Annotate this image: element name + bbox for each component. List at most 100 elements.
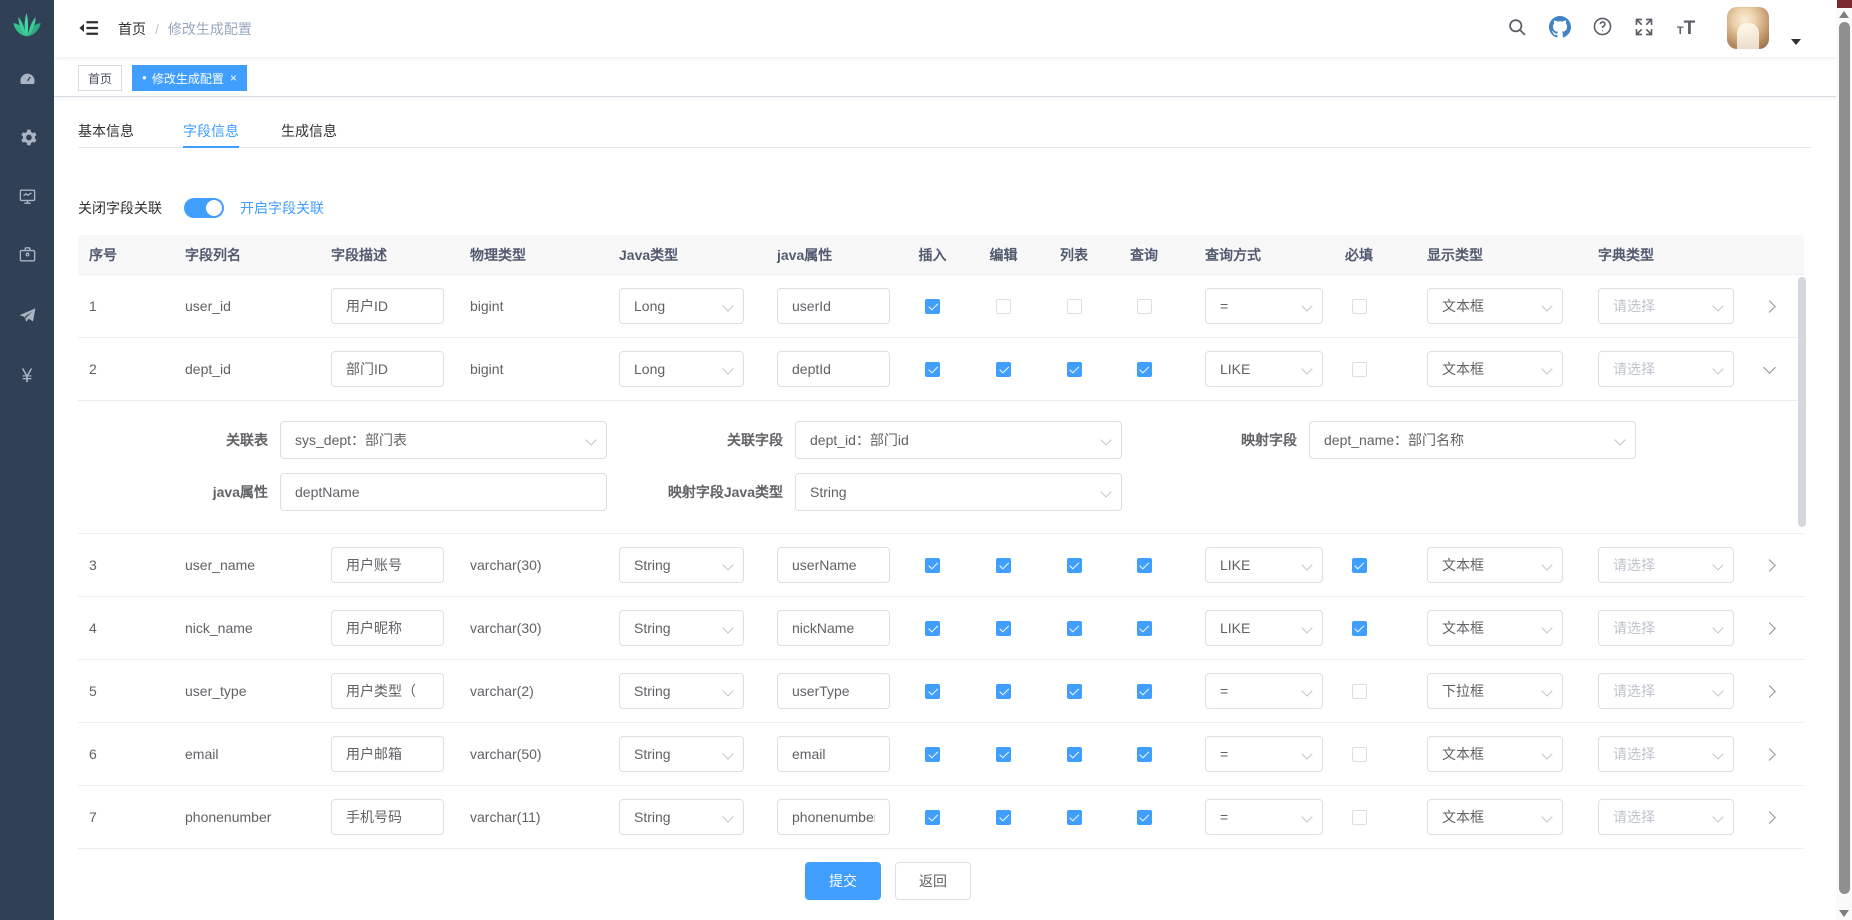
relation-field-select[interactable]: dept_id：部门id [795, 421, 1122, 459]
help-button[interactable] [1586, 13, 1618, 45]
field-desc-input[interactable] [331, 736, 444, 772]
insert-checkbox[interactable] [925, 299, 940, 314]
tab-gen-info[interactable]: 生成信息 [281, 115, 337, 147]
required-checkbox[interactable] [1352, 621, 1367, 636]
html-type-select[interactable]: 文本框 [1427, 610, 1563, 646]
dict-type-select[interactable]: 请选择 [1598, 610, 1734, 646]
html-type-select[interactable]: 文本框 [1427, 547, 1563, 583]
query-type-select[interactable]: = [1205, 673, 1323, 709]
html-type-select[interactable]: 文本框 [1427, 736, 1563, 772]
query-checkbox[interactable] [1137, 621, 1152, 636]
edit-checkbox[interactable] [996, 747, 1011, 762]
java-field-input[interactable] [777, 673, 890, 709]
required-checkbox[interactable] [1352, 684, 1367, 699]
table-scrollbar-thumb[interactable] [1798, 277, 1806, 527]
edit-checkbox[interactable] [996, 684, 1011, 699]
insert-checkbox[interactable] [925, 684, 940, 699]
list-checkbox[interactable] [1067, 747, 1082, 762]
relation-toggle-switch[interactable] [184, 198, 224, 218]
query-type-select[interactable]: LIKE [1205, 547, 1323, 583]
tag-home[interactable]: 首页 [78, 65, 122, 91]
query-type-select[interactable]: = [1205, 799, 1323, 835]
edit-checkbox[interactable] [996, 362, 1011, 377]
tab-field-info[interactable]: 字段信息 [183, 115, 239, 147]
html-type-select[interactable]: 下拉框 [1427, 673, 1563, 709]
fullscreen-button[interactable] [1628, 13, 1660, 45]
breadcrumb-home[interactable]: 首页 [118, 19, 146, 39]
query-type-select[interactable]: = [1205, 288, 1323, 324]
expand-chevron-icon[interactable] [1763, 300, 1776, 313]
field-desc-input[interactable] [331, 610, 444, 646]
edit-checkbox[interactable] [996, 810, 1011, 825]
java-type-select[interactable]: String [619, 736, 744, 772]
mapping-field-select[interactable]: dept_name：部门名称 [1309, 421, 1636, 459]
list-checkbox[interactable] [1067, 684, 1082, 699]
sidebar-item-dashboard[interactable] [0, 59, 54, 103]
edit-checkbox[interactable] [996, 558, 1011, 573]
list-checkbox[interactable] [1067, 810, 1082, 825]
field-desc-input[interactable] [331, 547, 444, 583]
query-type-select[interactable]: LIKE [1205, 351, 1323, 387]
search-button[interactable] [1501, 13, 1533, 45]
field-desc-input[interactable] [331, 288, 444, 324]
browser-scrollbar-thumb[interactable] [1839, 22, 1850, 894]
java-field-input[interactable] [777, 351, 890, 387]
dict-type-select[interactable]: 请选择 [1598, 351, 1734, 387]
java-type-select[interactable]: Long [619, 288, 744, 324]
relation-toggle-link[interactable]: 开启字段关联 [240, 198, 324, 218]
list-checkbox[interactable] [1067, 621, 1082, 636]
mapping-java-type-select[interactable]: String [795, 473, 1122, 511]
edit-checkbox[interactable] [996, 299, 1011, 314]
field-desc-input[interactable] [331, 351, 444, 387]
github-button[interactable] [1544, 13, 1576, 45]
insert-checkbox[interactable] [925, 558, 940, 573]
avatar-caret-down-icon[interactable] [1791, 39, 1801, 45]
query-type-select[interactable]: LIKE [1205, 610, 1323, 646]
java-field-input[interactable] [777, 799, 890, 835]
html-type-select[interactable]: 文本框 [1427, 799, 1563, 835]
list-checkbox[interactable] [1067, 299, 1082, 314]
font-size-button[interactable]: TT [1670, 13, 1702, 45]
expand-chevron-icon[interactable] [1763, 811, 1776, 824]
java-type-select[interactable]: Long [619, 351, 744, 387]
required-checkbox[interactable] [1352, 299, 1367, 314]
java-type-select[interactable]: String [619, 610, 744, 646]
expand-chevron-icon[interactable] [1763, 559, 1776, 572]
edit-checkbox[interactable] [996, 621, 1011, 636]
expand-chevron-icon[interactable] [1763, 748, 1776, 761]
dict-type-select[interactable]: 请选择 [1598, 288, 1734, 324]
dict-type-select[interactable]: 请选择 [1598, 547, 1734, 583]
required-checkbox[interactable] [1352, 362, 1367, 377]
required-checkbox[interactable] [1352, 558, 1367, 573]
list-checkbox[interactable] [1067, 558, 1082, 573]
tab-basic-info[interactable]: 基本信息 [78, 115, 134, 147]
query-checkbox[interactable] [1137, 299, 1152, 314]
insert-checkbox[interactable] [925, 810, 940, 825]
java-field-input[interactable] [777, 610, 890, 646]
sidebar-collapse-button[interactable] [78, 17, 100, 39]
insert-checkbox[interactable] [925, 621, 940, 636]
required-checkbox[interactable] [1352, 810, 1367, 825]
query-type-select[interactable]: = [1205, 736, 1323, 772]
required-checkbox[interactable] [1352, 747, 1367, 762]
dict-type-select[interactable]: 请选择 [1598, 673, 1734, 709]
expand-chevron-icon[interactable] [1763, 685, 1776, 698]
user-avatar[interactable] [1727, 7, 1769, 49]
html-type-select[interactable]: 文本框 [1427, 351, 1563, 387]
sidebar-item-website[interactable] [0, 296, 54, 340]
java-field-input[interactable] [777, 288, 890, 324]
scroll-up-arrow-icon[interactable] [1839, 11, 1849, 18]
java-type-select[interactable]: String [619, 547, 744, 583]
expand-chevron-icon[interactable] [1763, 622, 1776, 635]
sidebar-item-pay[interactable]: ¥ [0, 355, 54, 399]
tag-close-icon[interactable]: × [230, 71, 237, 85]
tag-edit-gen-config[interactable]: ● 修改生成配置 × [132, 65, 247, 91]
query-checkbox[interactable] [1137, 747, 1152, 762]
sidebar-item-monitor[interactable] [0, 177, 54, 221]
dict-type-select[interactable]: 请选择 [1598, 736, 1734, 772]
java-field-input[interactable] [777, 736, 890, 772]
query-checkbox[interactable] [1137, 684, 1152, 699]
query-checkbox[interactable] [1137, 362, 1152, 377]
expand-chevron-icon[interactable] [1763, 361, 1776, 374]
java-type-select[interactable]: String [619, 799, 744, 835]
